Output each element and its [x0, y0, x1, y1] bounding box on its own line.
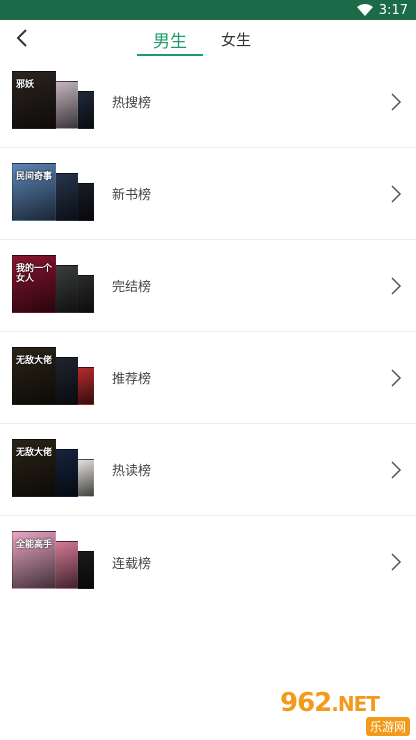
gender-tabs: 男生 女生	[0, 20, 416, 58]
book-cover: 无敌大佬	[12, 346, 56, 405]
site-watermark: 962.NET 乐游网	[280, 688, 410, 736]
chevron-right-icon	[391, 553, 402, 571]
cover-stack: 无敌大佬	[12, 438, 102, 501]
cover-stack: 全能高手	[12, 531, 102, 593]
cover-title: 无敌大佬	[16, 355, 53, 366]
watermark-brand: 962	[280, 688, 332, 718]
watermark-suffix: .NET	[331, 692, 380, 716]
wifi-icon	[356, 4, 373, 16]
tab-male-label: 男生	[153, 31, 187, 52]
book-cover: 我的一个女人	[12, 254, 56, 313]
chevron-right-icon	[391, 276, 402, 295]
book-cover: 民间奇事	[12, 162, 56, 221]
ranking-label: 热读榜	[112, 464, 152, 479]
cover-stack: 我的一个女人	[12, 254, 102, 317]
ranking-label: 完结榜	[112, 280, 152, 295]
ranking-row-recommended[interactable]: 无敌大佬 推荐榜	[0, 332, 416, 424]
ranking-row-hot-search[interactable]: 邪妖 热搜榜	[0, 56, 416, 148]
ranking-row-serializing[interactable]: 全能高手 连载榜	[0, 516, 416, 608]
cover-title: 民间奇事	[16, 171, 53, 182]
cover-title: 全能高手	[16, 540, 53, 550]
book-cover: 全能高手	[12, 531, 56, 589]
chevron-right-icon	[391, 368, 402, 387]
status-bar: 3:17	[0, 0, 416, 20]
cover-stack: 民间奇事	[12, 162, 102, 225]
ranking-label: 连载榜	[112, 556, 152, 572]
book-cover: 无敌大佬	[12, 438, 56, 497]
top-bar: 男生 女生	[0, 20, 416, 58]
cover-stack: 无敌大佬	[12, 346, 102, 409]
ranking-row-completed[interactable]: 我的一个女人 完结榜	[0, 240, 416, 332]
cover-title: 无敌大佬	[16, 447, 53, 458]
tab-male[interactable]: 男生	[137, 20, 203, 58]
ranking-label: 推荐榜	[112, 372, 152, 387]
cover-title: 我的一个女人	[16, 263, 53, 284]
chevron-right-icon	[391, 184, 402, 203]
book-cover: 邪妖	[12, 70, 56, 129]
tab-female-label: 女生	[220, 30, 251, 49]
ranking-label: 新书榜	[112, 188, 152, 203]
status-time: 3:17	[378, 2, 408, 18]
chevron-right-icon	[391, 92, 402, 111]
watermark-site: 乐游网	[365, 717, 410, 736]
cover-stack: 邪妖	[12, 70, 102, 133]
tab-female[interactable]: 女生	[203, 20, 269, 58]
ranking-row-hot-reading[interactable]: 无敌大佬 热读榜	[0, 424, 416, 516]
chevron-right-icon	[391, 460, 402, 479]
cover-title: 邪妖	[16, 79, 35, 90]
ranking-label: 热搜榜	[112, 96, 152, 111]
ranking-list: 邪妖 热搜榜 民间奇事 新书榜 我的一个女人 完结榜 无敌大佬 推荐榜 无敌大佬…	[0, 56, 416, 608]
ranking-row-new-books[interactable]: 民间奇事 新书榜	[0, 148, 416, 240]
